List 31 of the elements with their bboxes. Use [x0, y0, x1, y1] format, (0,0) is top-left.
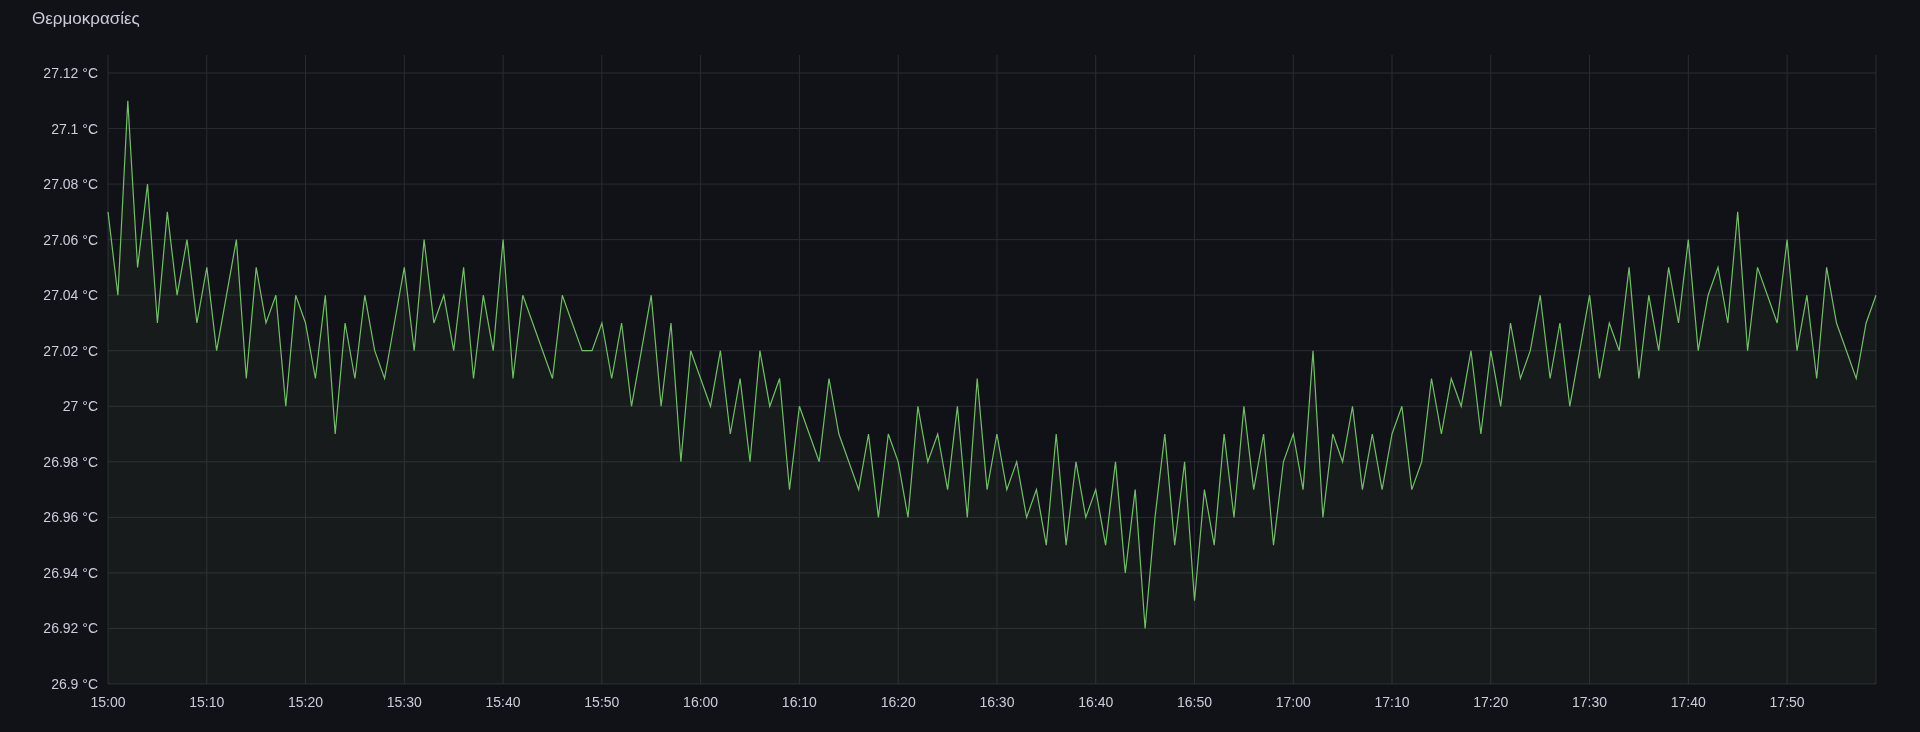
axis-label: 26.9 °C	[51, 676, 98, 692]
axis-label: 17:10	[1374, 694, 1410, 710]
axis-label: 16:10	[781, 694, 817, 710]
axis-label: 27.02 °C	[43, 342, 98, 359]
axis-label: 17:50	[1769, 694, 1805, 710]
axis-label: 16:00	[683, 694, 719, 710]
axis-label: 16:50	[1176, 694, 1212, 710]
axis-label: 15:00	[90, 694, 126, 710]
axis-label: 15:50	[584, 694, 620, 710]
axis-label: 27.08 °C	[43, 176, 98, 193]
axis-label: 27.04 °C	[43, 287, 98, 304]
axis-label: 17:30	[1572, 694, 1608, 710]
axis-label: 15:20	[288, 694, 324, 710]
axis-label: 15:40	[485, 694, 521, 710]
axis-label: 17:20	[1473, 694, 1509, 710]
axis-label: 27.1 °C	[51, 120, 98, 137]
axis-label: 15:10	[189, 694, 225, 710]
axis-label: 17:40	[1670, 694, 1706, 710]
axis-label: 17:00	[1275, 694, 1311, 710]
axis-label: 26.96 °C	[43, 509, 98, 526]
panel-title: Θερμοκρασίες	[31, 8, 141, 30]
axis-label: 16:20	[880, 694, 916, 710]
axis-label: 16:30	[979, 694, 1015, 710]
axis-label: 16:40	[1078, 694, 1114, 710]
axis-label: 26.94 °C	[43, 564, 98, 581]
axis-label: 27 °C	[62, 398, 98, 415]
axis-label: 27.12 °C	[43, 65, 98, 81]
axis-label: 27.06 °C	[43, 231, 98, 248]
axis-label: 26.98 °C	[43, 453, 98, 470]
axis-label: 15:30	[386, 694, 422, 710]
axis-label: 26.92 °C	[43, 620, 98, 637]
